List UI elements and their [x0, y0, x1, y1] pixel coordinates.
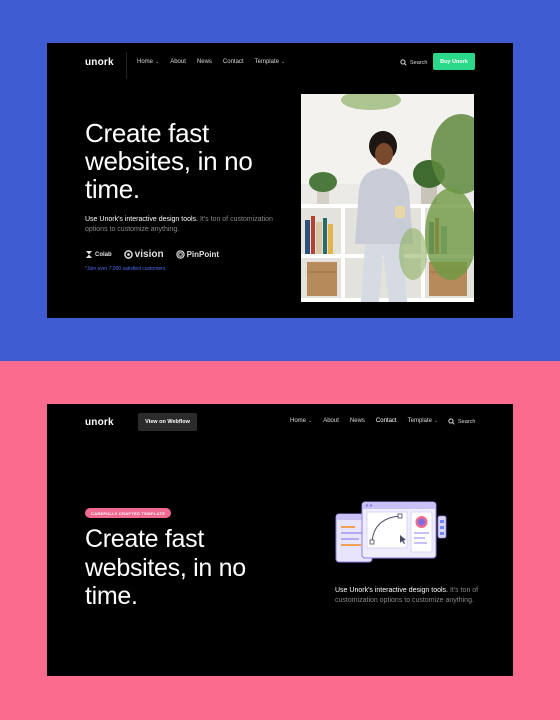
vision-logo-icon	[123, 250, 133, 259]
chevron-down-icon: ⌄	[155, 59, 160, 65]
brand-colab: Colab	[85, 250, 112, 259]
brand-name: PinPoint	[186, 250, 220, 259]
description-highlight: Use Unork's interactive design tools.	[85, 216, 198, 223]
nav-item-home[interactable]: Home ⌄	[290, 418, 312, 424]
logo[interactable]: unork	[85, 57, 114, 68]
hero-headline: Create fast websites, in no time.	[85, 118, 253, 204]
top-website-preview: unork Home ⌄ About News Contact Template ⌄…	[47, 43, 513, 318]
nav-item-about[interactable]: About	[323, 418, 339, 424]
chevron-down-icon: ⌄	[280, 59, 286, 65]
nav-item-template[interactable]: Template ⌄	[255, 59, 286, 65]
nav-item-news[interactable]: News	[197, 59, 212, 65]
nav-label: Home	[137, 59, 154, 65]
nav-label: About	[323, 418, 339, 424]
hero-photo	[301, 94, 474, 302]
brand-name: Colab	[95, 251, 112, 258]
chevron-down-icon: ⌄	[308, 418, 313, 424]
nav-label: Contact	[222, 59, 244, 65]
nav-item-news[interactable]: News	[350, 418, 365, 424]
nav-label: About	[170, 59, 186, 65]
nav-item-contact[interactable]: Contact	[223, 59, 244, 65]
chevron-down-icon: ⌄	[433, 418, 439, 424]
nav-item-contact[interactable]: Contact	[376, 418, 397, 424]
nav-item-about[interactable]: About	[170, 59, 186, 65]
woman-on-phone-image	[301, 94, 474, 302]
bottom-website-preview: unork View on Webflow Home ⌄ About News C…	[47, 404, 513, 676]
nav-label: Template	[407, 418, 432, 424]
brand-logos: Colab vision PinPoint	[85, 249, 219, 260]
buy-button[interactable]: Buy Unork	[433, 53, 475, 70]
top-nav: Home ⌄ About News Contact Template ⌄	[137, 59, 285, 65]
view-on-webflow-button[interactable]: View on Webflow	[138, 413, 197, 431]
header-divider	[126, 52, 127, 79]
brand-vision: vision	[123, 249, 164, 260]
search-icon	[400, 59, 407, 66]
nav-label: Home	[290, 418, 307, 424]
logo[interactable]: unork	[85, 417, 114, 428]
brand-name: vision	[134, 249, 164, 260]
template-badge: CAREFULLY CRAFTED TEMPLATE	[85, 508, 172, 518]
pinpoint-logo-icon	[175, 250, 185, 259]
search-label: Search	[458, 418, 476, 425]
description-highlight: Use Unork's interactive design tools.	[335, 587, 448, 594]
hero-description: Use Unork's interactive design tools. It…	[335, 586, 480, 606]
nav-item-home[interactable]: Home ⌄	[137, 59, 159, 65]
nav-label: Template	[254, 59, 279, 65]
search-label: Search	[410, 59, 428, 66]
bottom-nav: Home ⌄ About News Contact Template ⌄	[290, 418, 438, 424]
search-button[interactable]: Search	[400, 59, 427, 66]
nav-label: Contact	[375, 418, 397, 424]
hero-description: Use Unork's interactive design tools. It…	[85, 215, 275, 235]
hero-headline: Create fast websites, in no time.	[85, 525, 246, 610]
design-editor-illustration	[335, 501, 447, 563]
nav-label: News	[196, 59, 212, 65]
search-button[interactable]: Search	[448, 418, 475, 425]
nav-item-template[interactable]: Template ⌄	[408, 418, 439, 424]
nav-label: News	[349, 418, 365, 424]
colab-logo-icon	[86, 251, 92, 258]
search-icon	[448, 418, 455, 425]
join-customers-link[interactable]: *Join over 7,000 satisfied customers.	[85, 266, 167, 272]
design-tools-illustration	[334, 498, 450, 570]
brand-pinpoint: PinPoint	[175, 250, 220, 259]
